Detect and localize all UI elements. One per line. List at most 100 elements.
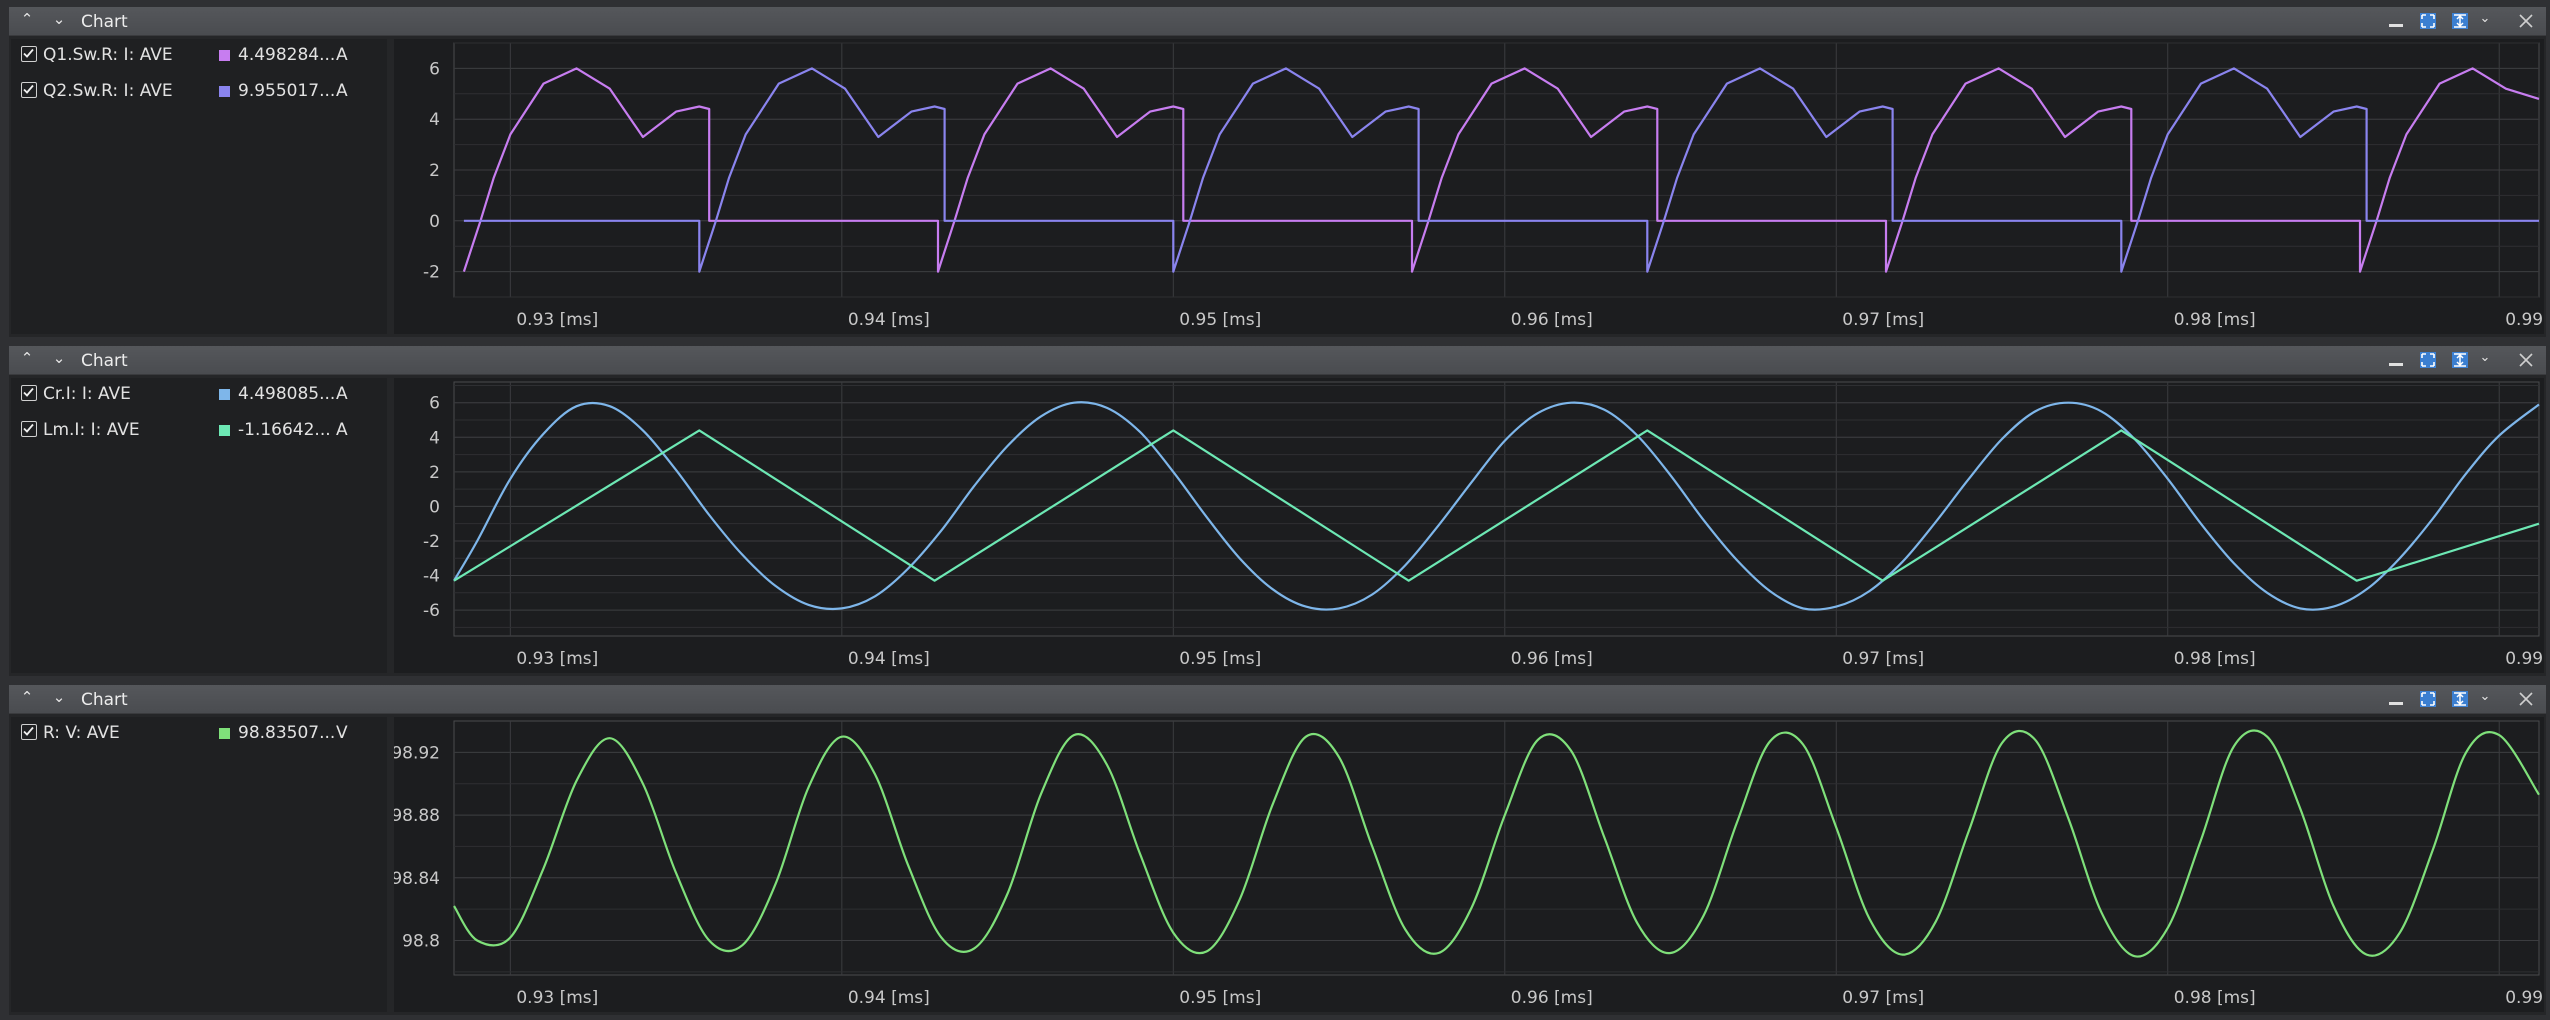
- x-tick-label: 0.99 [ms]: [2505, 649, 2544, 669]
- legend-item[interactable]: Cr.I: I: AVE 4.498085... A: [11, 380, 387, 408]
- series-name: R: V: AVE: [43, 723, 120, 743]
- checkbox-checked[interactable]: [21, 82, 37, 98]
- close-icon[interactable]: [2515, 10, 2537, 32]
- x-tick-label: 0.98 [ms]: [2174, 649, 2256, 669]
- series-unit: A: [336, 45, 348, 65]
- panel-titlebar: ⌃ ⌄ Chart ⌄: [9, 346, 2546, 375]
- maximize-icon[interactable]: [2417, 349, 2439, 371]
- dropdown-icon[interactable]: ⌄: [2477, 689, 2493, 705]
- y-tick-label: 0: [429, 497, 440, 517]
- maximize-icon[interactable]: [2417, 10, 2439, 32]
- series-color-swatch: [219, 728, 230, 739]
- series-value: 4.498284...: [238, 45, 336, 65]
- x-tick-label: 0.96 [ms]: [1511, 649, 1593, 669]
- checkbox-checked[interactable]: [21, 385, 37, 401]
- x-tick-label: 0.98 [ms]: [2174, 988, 2256, 1008]
- panel-title: Chart: [81, 690, 128, 710]
- minimize-icon[interactable]: [2385, 688, 2407, 710]
- chevron-up-icon[interactable]: ⌃: [19, 11, 35, 27]
- legend-item[interactable]: Lm.I: I: AVE -1.16642... A: [11, 416, 387, 444]
- series-unit: A: [336, 81, 348, 101]
- checkbox-checked[interactable]: [21, 421, 37, 437]
- legend-item[interactable]: Q1.Sw.R: I: AVE 4.498284... A: [11, 41, 387, 69]
- series-name: Lm.I: I: AVE: [43, 420, 140, 440]
- x-tick-label: 0.98 [ms]: [2174, 310, 2256, 330]
- series-name: Q1.Sw.R: I: AVE: [43, 45, 173, 65]
- series-value: 9.955017...: [238, 81, 336, 101]
- x-tick-label: 0.99 [ms]: [2505, 310, 2544, 330]
- y-tick-label: -2: [423, 532, 440, 552]
- y-tick-label: 2: [429, 463, 440, 483]
- series-value: 4.498085...: [238, 384, 336, 404]
- checkbox-checked[interactable]: [21, 724, 37, 740]
- x-tick-label: 0.94 [ms]: [848, 988, 930, 1008]
- x-tick-label: 0.93 [ms]: [516, 649, 598, 669]
- x-tick-label: 0.95 [ms]: [1179, 988, 1261, 1008]
- chevron-up-icon[interactable]: ⌃: [19, 689, 35, 705]
- maximize-icon[interactable]: [2417, 688, 2439, 710]
- x-tick-label: 0.94 [ms]: [848, 310, 930, 330]
- legend-list: Cr.I: I: AVE 4.498085... A Lm.I: I: AVE …: [11, 378, 387, 673]
- minimize-icon[interactable]: [2385, 10, 2407, 32]
- y-tick-label: 98.8: [402, 932, 440, 952]
- close-icon[interactable]: [2515, 688, 2537, 710]
- y-tick-label: 6: [429, 59, 440, 79]
- y-tick-label: -4: [423, 567, 440, 587]
- plot-area[interactable]: 0.93 [ms] 0.94 [ms] 0.95 [ms] 0.96 [ms] 0.97…: [391, 717, 2550, 1012]
- series-unit: A: [336, 420, 348, 440]
- chevron-down-icon[interactable]: ⌄: [51, 11, 67, 27]
- series-value: 98.83507...: [238, 723, 336, 743]
- y-tick-label: 98.92: [394, 743, 440, 763]
- panel-titlebar: ⌃ ⌄ Chart ⌄: [9, 7, 2546, 36]
- panel-title: Chart: [81, 12, 128, 32]
- series-name: Q2.Sw.R: I: AVE: [43, 81, 173, 101]
- chart-svg: 0.93 [ms] 0.94 [ms] 0.95 [ms] 0.96 [ms] 0.97…: [391, 720, 2550, 1008]
- x-tick-label: 0.95 [ms]: [1179, 310, 1261, 330]
- plot-area[interactable]: 0.93 [ms] 0.94 [ms] 0.95 [ms] 0.96 [ms] 0.97…: [394, 39, 2550, 334]
- legend-item[interactable]: R: V: AVE 98.83507... V: [11, 719, 387, 747]
- series-color-swatch: [219, 389, 230, 400]
- fit-view-icon[interactable]: [2449, 688, 2471, 710]
- panel-title: Chart: [81, 351, 128, 371]
- y-tick-label: -6: [423, 601, 440, 621]
- chart-panel-3: ⌃ ⌄ Chart ⌄ R: V: AVE 98.83507... V 0.93…: [9, 685, 2550, 1015]
- y-tick-label: 2: [429, 161, 440, 181]
- series-unit: V: [336, 723, 348, 743]
- plot-area[interactable]: 0.93 [ms] 0.94 [ms] 0.95 [ms] 0.96 [ms] 0.97…: [394, 378, 2550, 673]
- series-color-swatch: [219, 50, 230, 61]
- y-tick-label: 98.84: [394, 869, 440, 889]
- close-icon[interactable]: [2515, 349, 2537, 371]
- x-tick-label: 0.97 [ms]: [1842, 310, 1924, 330]
- fit-view-icon[interactable]: [2449, 349, 2471, 371]
- fit-view-icon[interactable]: [2449, 10, 2471, 32]
- x-tick-label: 0.95 [ms]: [1179, 649, 1261, 669]
- plot-frame: [453, 720, 2540, 976]
- chart-svg: 0.93 [ms] 0.94 [ms] 0.95 [ms] 0.96 [ms] 0.97…: [423, 381, 2550, 669]
- chart-svg: 0.93 [ms] 0.94 [ms] 0.95 [ms] 0.96 [ms] 0.97…: [423, 42, 2550, 330]
- y-tick-label: -2: [423, 263, 440, 283]
- panel-titlebar: ⌃ ⌄ Chart ⌄: [9, 685, 2546, 714]
- chart-panel-2: ⌃ ⌄ Chart ⌄ Cr.I: I: AVE 4.498085... A L…: [9, 346, 2550, 676]
- series-name: Cr.I: I: AVE: [43, 384, 131, 404]
- legend-item[interactable]: Q2.Sw.R: I: AVE 9.955017... A: [11, 77, 387, 105]
- x-tick-label: 0.93 [ms]: [516, 988, 598, 1008]
- y-tick-label: 4: [429, 110, 440, 130]
- x-tick-label: 0.97 [ms]: [1842, 649, 1924, 669]
- x-tick-label: 0.96 [ms]: [1511, 988, 1593, 1008]
- y-tick-label: 4: [429, 428, 440, 448]
- x-tick-label: 0.97 [ms]: [1842, 988, 1924, 1008]
- chart-panel-1: ⌃ ⌄ Chart ⌄ Q1.Sw.R: I: AVE 4.498284... …: [9, 7, 2550, 337]
- minimize-icon[interactable]: [2385, 349, 2407, 371]
- chevron-up-icon[interactable]: ⌃: [19, 350, 35, 366]
- dropdown-icon[interactable]: ⌄: [2477, 11, 2493, 27]
- x-tick-label: 0.99 [ms]: [2505, 988, 2544, 1008]
- chevron-down-icon[interactable]: ⌄: [51, 689, 67, 705]
- series-color-swatch: [219, 86, 230, 97]
- y-tick-label: 98.88: [394, 806, 440, 826]
- series-unit: A: [336, 384, 348, 404]
- dropdown-icon[interactable]: ⌄: [2477, 350, 2493, 366]
- chevron-down-icon[interactable]: ⌄: [51, 350, 67, 366]
- checkbox-checked[interactable]: [21, 46, 37, 62]
- y-tick-label: 0: [429, 212, 440, 232]
- x-tick-label: 0.93 [ms]: [516, 310, 598, 330]
